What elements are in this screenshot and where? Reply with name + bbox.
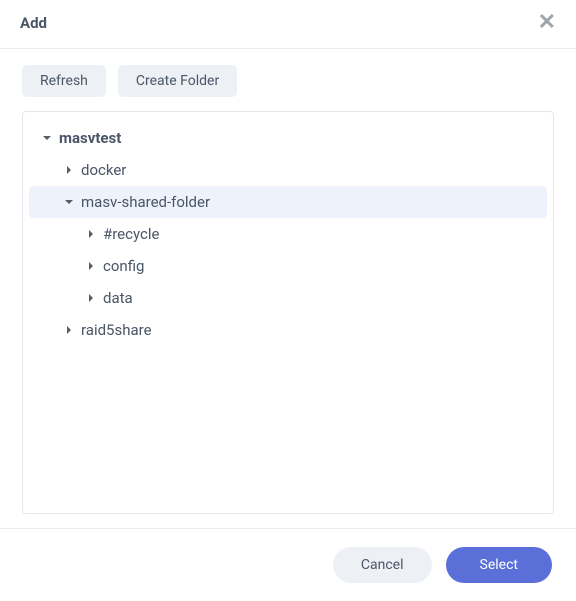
dialog-title: Add — [20, 14, 47, 32]
tree-label: docker — [81, 161, 126, 179]
tree-label: #recycle — [103, 225, 159, 243]
dialog-header: Add ✕ — [0, 0, 576, 49]
close-icon[interactable]: ✕ — [538, 12, 556, 34]
create-folder-button[interactable]: Create Folder — [118, 65, 237, 97]
tree-label: data — [103, 289, 133, 307]
caret-down-icon — [63, 197, 75, 207]
tree-label: raid5share — [81, 321, 152, 339]
caret-right-icon — [85, 229, 97, 239]
refresh-button[interactable]: Refresh — [22, 65, 106, 97]
tree-label: masvtest — [59, 129, 121, 147]
tree-label: config — [103, 257, 144, 275]
add-folder-dialog: Add ✕ Refresh Create Folder masvtest — [0, 0, 576, 601]
tree-node-masv-shared-folder[interactable]: masv-shared-folder — [29, 186, 547, 218]
caret-right-icon — [63, 325, 75, 335]
tree-root-row[interactable]: masvtest — [29, 122, 547, 154]
caret-right-icon — [63, 165, 75, 175]
tree-node-data[interactable]: data — [29, 282, 547, 314]
caret-down-icon — [41, 133, 53, 143]
tree-node-raid5share[interactable]: raid5share — [29, 314, 547, 346]
select-button[interactable]: Select — [446, 547, 552, 583]
tree-node-recycle[interactable]: #recycle — [29, 218, 547, 250]
folder-tree: masvtest docker — [22, 111, 554, 514]
toolbar: Refresh Create Folder — [0, 49, 576, 111]
dialog-footer: Cancel Select — [0, 528, 576, 601]
tree-label: masv-shared-folder — [81, 193, 210, 211]
tree-node-config[interactable]: config — [29, 250, 547, 282]
cancel-button[interactable]: Cancel — [333, 547, 432, 583]
tree-node-docker[interactable]: docker — [29, 154, 547, 186]
caret-right-icon — [85, 293, 97, 303]
caret-right-icon — [85, 261, 97, 271]
